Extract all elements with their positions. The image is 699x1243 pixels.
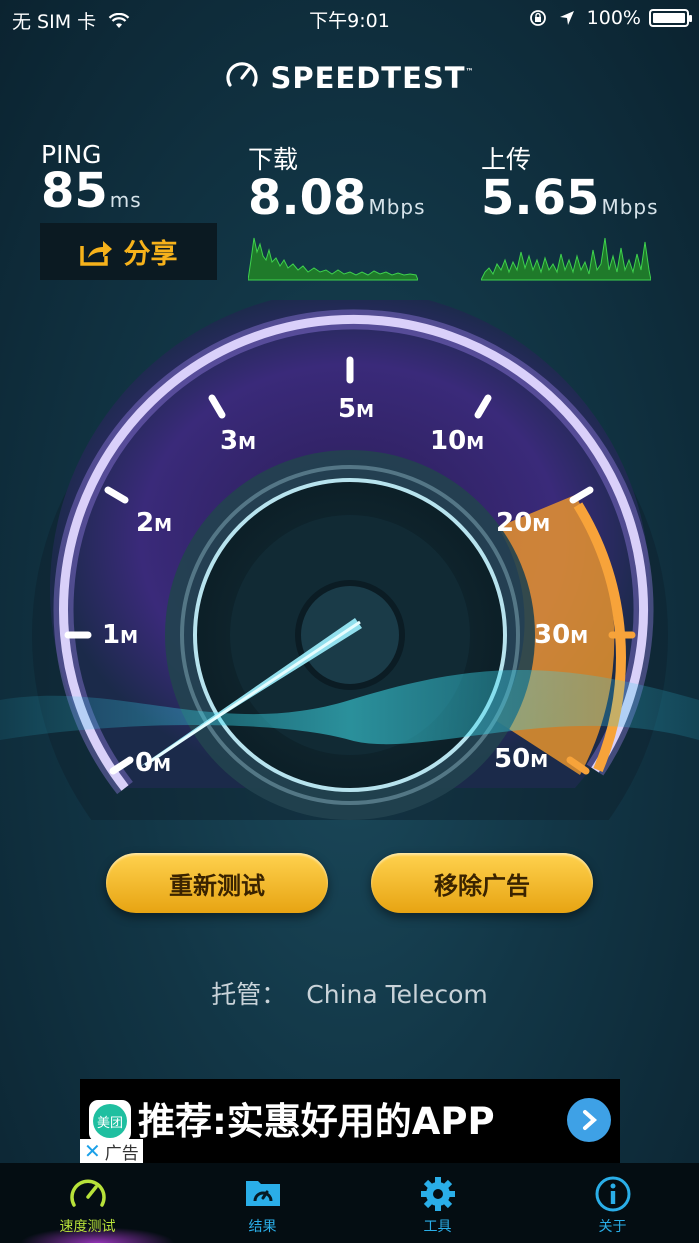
speedometer-icon [69,1179,106,1207]
tick-label-50: 50M [494,744,549,774]
host-info: 托管： China Telecom [0,975,699,1011]
download-value: 8.08 [248,170,367,226]
host-label: 托管： [211,980,287,1009]
tab-speedtest[interactable]: 速度测试 [0,1163,175,1243]
battery-icon [649,9,692,27]
tick-label-0: 0M [135,748,172,778]
ping-stat: PING 85 ms [41,140,142,219]
share-icon [79,240,112,266]
ad-tag: ✕ 广告 [80,1139,143,1164]
download-stat: 下载 8.08 Mbps [248,140,426,226]
remove-ads-button[interactable]: 移除广告 [371,853,593,913]
ping-unit: ms [109,188,142,212]
status-right: 100% [529,7,641,29]
meituan-logo: 美团 [89,1100,131,1142]
speedtest-gauge-icon [226,62,258,87]
tick-label-20: 20M [496,508,551,538]
tick-label-3: 3M [220,426,257,456]
location-arrow-icon [559,11,574,25]
tick-label-10: 10M [430,426,485,456]
gear-icon [420,1177,455,1211]
ping-value: 85 [41,163,108,219]
ad-tag-label: 广告 [104,1143,139,1164]
upload-value: 5.65 [481,170,600,226]
chevron-right-icon[interactable] [567,1098,611,1142]
host-name: China Telecom [306,980,488,1009]
tick-label-1: 1M [102,620,139,650]
tick-label-2: 2M [136,508,173,538]
battery-percent: 100% [586,7,641,29]
tab-about[interactable]: 关于 [525,1163,699,1243]
share-button[interactable]: 分享 [40,223,217,280]
download-sparkline [248,237,418,281]
tick-label-5: 5M [338,394,375,424]
rotation-lock-icon [529,10,546,26]
info-icon [595,1176,630,1212]
download-unit: Mbps [368,195,426,219]
upload-unit: Mbps [601,195,659,219]
tab-tools[interactable]: 工具 [350,1163,525,1243]
ad-text: 推荐:实惠好用的APP [138,1100,495,1143]
tab-results[interactable]: 结果 [175,1163,350,1243]
ad-close-icon[interactable]: ✕ [80,1139,105,1163]
results-folder-icon [245,1181,280,1206]
speedtest-logo: SPEEDTEST™ [0,58,699,95]
tab-bar: 速度测试 结果 工具 关于 [0,1163,699,1243]
upload-sparkline [481,237,651,281]
upload-stat: 上传 5.65 Mbps [481,140,659,226]
speed-gauge [0,300,699,820]
tick-label-30: 30M [534,620,589,650]
retest-button[interactable]: 重新测试 [106,853,328,913]
status-bar: 无 SIM 卡 下午9:01 100% [0,0,699,36]
